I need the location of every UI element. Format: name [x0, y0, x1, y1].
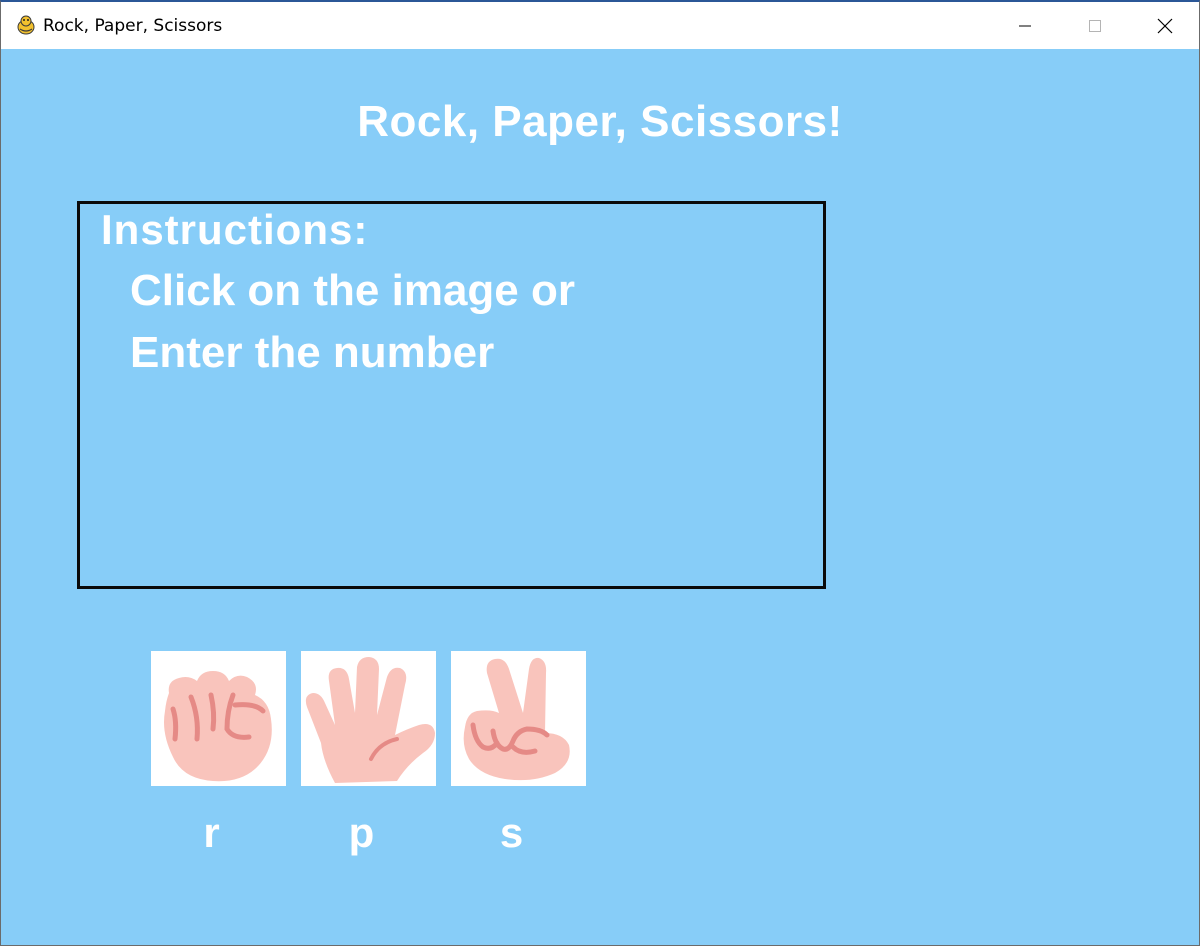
rock-key-label: r: [203, 809, 220, 856]
instructions-line-2: Enter the number: [130, 328, 495, 377]
instructions-line-1: Click on the image or: [130, 266, 575, 315]
minimize-icon: [1019, 25, 1031, 26]
app-window: Rock, Paper, Scissors Rock, Paper, Sciss…: [0, 0, 1200, 946]
paper-hand-icon: [305, 657, 435, 783]
game-title: Rock, Paper, Scissors!: [357, 97, 843, 146]
maximize-icon: [1089, 19, 1101, 32]
rock-button[interactable]: [151, 651, 286, 786]
rock-fist-icon: [164, 671, 272, 782]
pygame-snake-icon: [17, 15, 35, 35]
instructions-panel: Instructions: Click on the image or Ente…: [77, 201, 826, 589]
title-bar[interactable]: Rock, Paper, Scissors: [1, 2, 1199, 49]
maximize-button[interactable]: [1061, 2, 1129, 49]
scissors-hand-icon: [463, 657, 570, 781]
scissors-button[interactable]: [451, 651, 586, 786]
game-canvas[interactable]: Rock, Paper, Scissors! Instructions: Cli…: [1, 49, 1199, 945]
paper-key-label: p: [348, 809, 375, 856]
instructions-heading: Instructions:: [101, 206, 369, 253]
close-icon: [1157, 18, 1173, 33]
close-button[interactable]: [1131, 2, 1199, 49]
scissors-key-label: s: [499, 809, 524, 856]
minimize-button[interactable]: [991, 2, 1059, 49]
window-title: Rock, Paper, Scissors: [43, 16, 223, 36]
paper-button[interactable]: [301, 651, 436, 786]
